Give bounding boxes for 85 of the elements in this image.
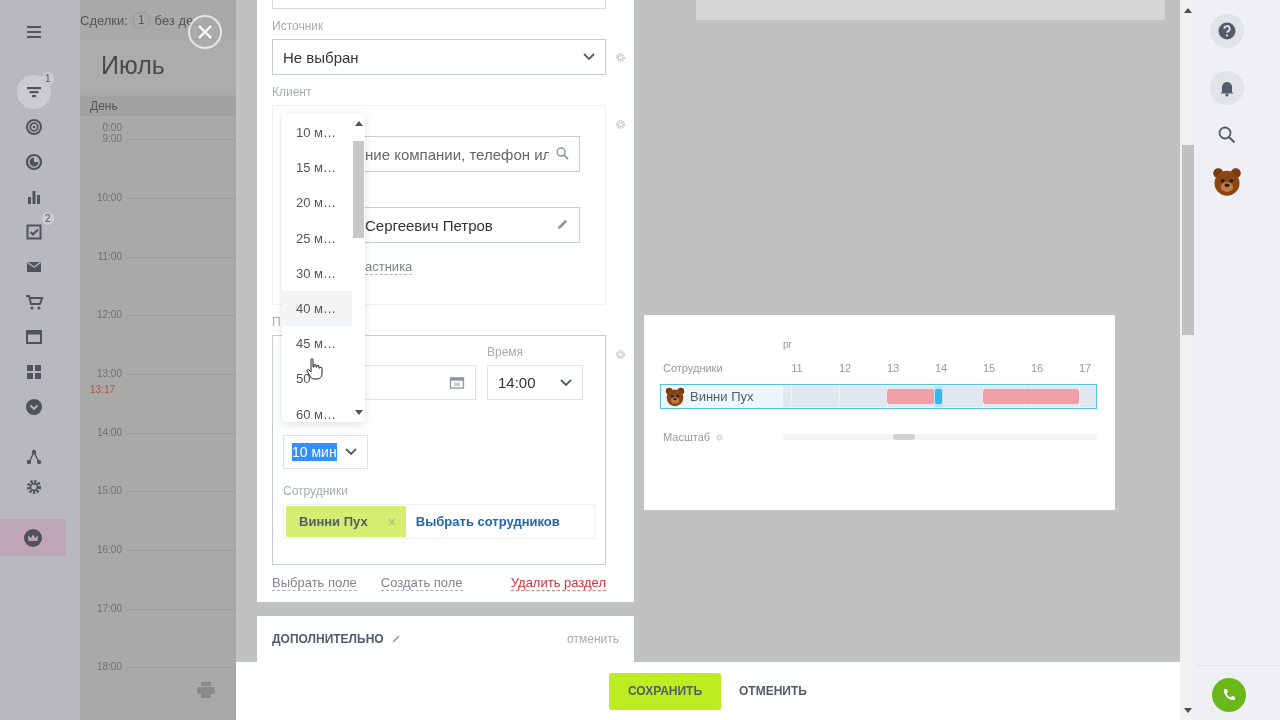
current-time: 13:17 bbox=[90, 383, 116, 396]
hour-label: 16:00 bbox=[95, 543, 122, 556]
pie-chart-icon[interactable] bbox=[24, 151, 44, 172]
hour-label: 17 bbox=[1077, 362, 1093, 374]
employee-name: Винни Пух bbox=[690, 389, 754, 404]
scroll-up-icon[interactable] bbox=[354, 121, 363, 126]
hour-label: 14 bbox=[933, 362, 949, 374]
field-link[interactable]: Выбрать поле bbox=[272, 576, 357, 591]
search-icon[interactable] bbox=[1218, 126, 1236, 144]
hour-label: 15 bbox=[981, 362, 997, 374]
crown-icon bbox=[23, 527, 43, 548]
dropdown-option[interactable]: 10 м… bbox=[282, 115, 352, 151]
scroll-thumb[interactable] bbox=[353, 141, 364, 238]
busy-block bbox=[887, 389, 935, 404]
hour-label: 13 bbox=[885, 362, 901, 374]
hour-label: 18:00 bbox=[95, 661, 122, 674]
chevron-down-icon bbox=[583, 53, 595, 61]
hour-label: 13:00 bbox=[95, 367, 122, 380]
field-label: Время bbox=[487, 346, 525, 358]
dropdown-option[interactable]: 40 м… bbox=[282, 290, 352, 327]
timeline-caption: рг bbox=[783, 339, 794, 351]
field-link[interactable]: Создать поле bbox=[380, 576, 463, 591]
section-title: ДОПОЛНИТЕЛЬНО bbox=[272, 632, 384, 647]
deals-count: 1 bbox=[132, 11, 150, 29]
section-label: П bbox=[272, 316, 282, 328]
slider-thumb[interactable] bbox=[892, 434, 915, 440]
dropdown-option[interactable]: 20 м… bbox=[282, 185, 352, 221]
tag-label: Винни Пух bbox=[299, 514, 368, 529]
deals-text: без де bbox=[154, 12, 194, 28]
hour-label: 12:00 bbox=[95, 309, 122, 322]
field-label: Клиент bbox=[272, 86, 313, 98]
chevron-circle-icon[interactable] bbox=[24, 396, 44, 417]
settings-icon[interactable] bbox=[24, 477, 44, 497]
time-select[interactable]: 14:00 bbox=[487, 365, 583, 400]
dropdown-option[interactable]: 45 м… bbox=[282, 326, 352, 362]
select-employees-link[interactable]: Выбрать сотрудников bbox=[415, 514, 560, 529]
notifications-button[interactable] bbox=[1210, 71, 1244, 105]
dropdown-option[interactable]: 60 м… bbox=[282, 396, 352, 432]
bear-avatar-icon[interactable] bbox=[1212, 167, 1242, 197]
bell-icon bbox=[1218, 79, 1236, 97]
nav-item[interactable] bbox=[17, 74, 51, 109]
call-button[interactable] bbox=[1212, 678, 1246, 712]
hour-label: 11:00 bbox=[96, 250, 122, 263]
source-select[interactable]: Не выбран bbox=[272, 39, 606, 75]
search-icon bbox=[556, 147, 569, 160]
text-field[interactable] bbox=[272, 0, 606, 9]
hour-label: 14:00 bbox=[95, 426, 122, 439]
deals-label: Сделки: bbox=[80, 12, 128, 28]
dropdown-option[interactable]: 50 bbox=[282, 361, 352, 397]
help-button[interactable] bbox=[1210, 14, 1244, 48]
scroll-down-icon[interactable] bbox=[1184, 708, 1192, 713]
chevron-down-icon bbox=[344, 448, 357, 456]
nav-item[interactable] bbox=[0, 519, 66, 556]
dropdown-option[interactable]: 30 м… bbox=[282, 255, 352, 291]
help-icon bbox=[1218, 22, 1236, 40]
field-label: Источник bbox=[272, 20, 325, 32]
column-label: Сотрудники bbox=[662, 362, 724, 374]
count-badge: 1 bbox=[42, 72, 54, 85]
close-icon bbox=[198, 25, 212, 39]
target-icon[interactable] bbox=[24, 116, 44, 137]
dropdown-option[interactable]: 15 м… bbox=[282, 150, 352, 186]
calendar-icon[interactable] bbox=[449, 376, 465, 389]
view-label: День bbox=[80, 95, 236, 117]
delete-section-link[interactable]: Удалить раздел bbox=[510, 576, 606, 591]
pencil-icon[interactable] bbox=[390, 634, 401, 645]
chevron-down-icon bbox=[560, 378, 572, 387]
scale-slider[interactable] bbox=[783, 434, 1097, 440]
hierarchy-icon[interactable] bbox=[24, 447, 44, 467]
scroll-down-icon[interactable] bbox=[354, 410, 363, 415]
hour-label: 11 bbox=[790, 362, 804, 374]
scrollbar[interactable] bbox=[1180, 0, 1196, 720]
pencil-icon[interactable] bbox=[556, 218, 569, 231]
scale-label: Масштаб bbox=[663, 431, 711, 443]
count-badge: 2 bbox=[42, 212, 54, 225]
save-button[interactable]: СОХРАНИТЬ bbox=[609, 672, 722, 710]
employee-row[interactable]: Винни Пух bbox=[660, 384, 1097, 409]
hour-label: 15:00 bbox=[95, 485, 122, 498]
hour-label: 12 bbox=[837, 362, 853, 374]
field-label: Сотрудники bbox=[283, 485, 349, 497]
hour-label: 16 bbox=[1029, 362, 1045, 374]
cancel-button[interactable]: ОТМЕНИТЬ bbox=[739, 684, 807, 698]
scroll-thumb[interactable] bbox=[1182, 145, 1194, 335]
dropdown-option[interactable]: 25 м… bbox=[282, 220, 352, 256]
bear-avatar-icon bbox=[665, 386, 685, 407]
scroll-up-icon[interactable] bbox=[1184, 8, 1192, 13]
